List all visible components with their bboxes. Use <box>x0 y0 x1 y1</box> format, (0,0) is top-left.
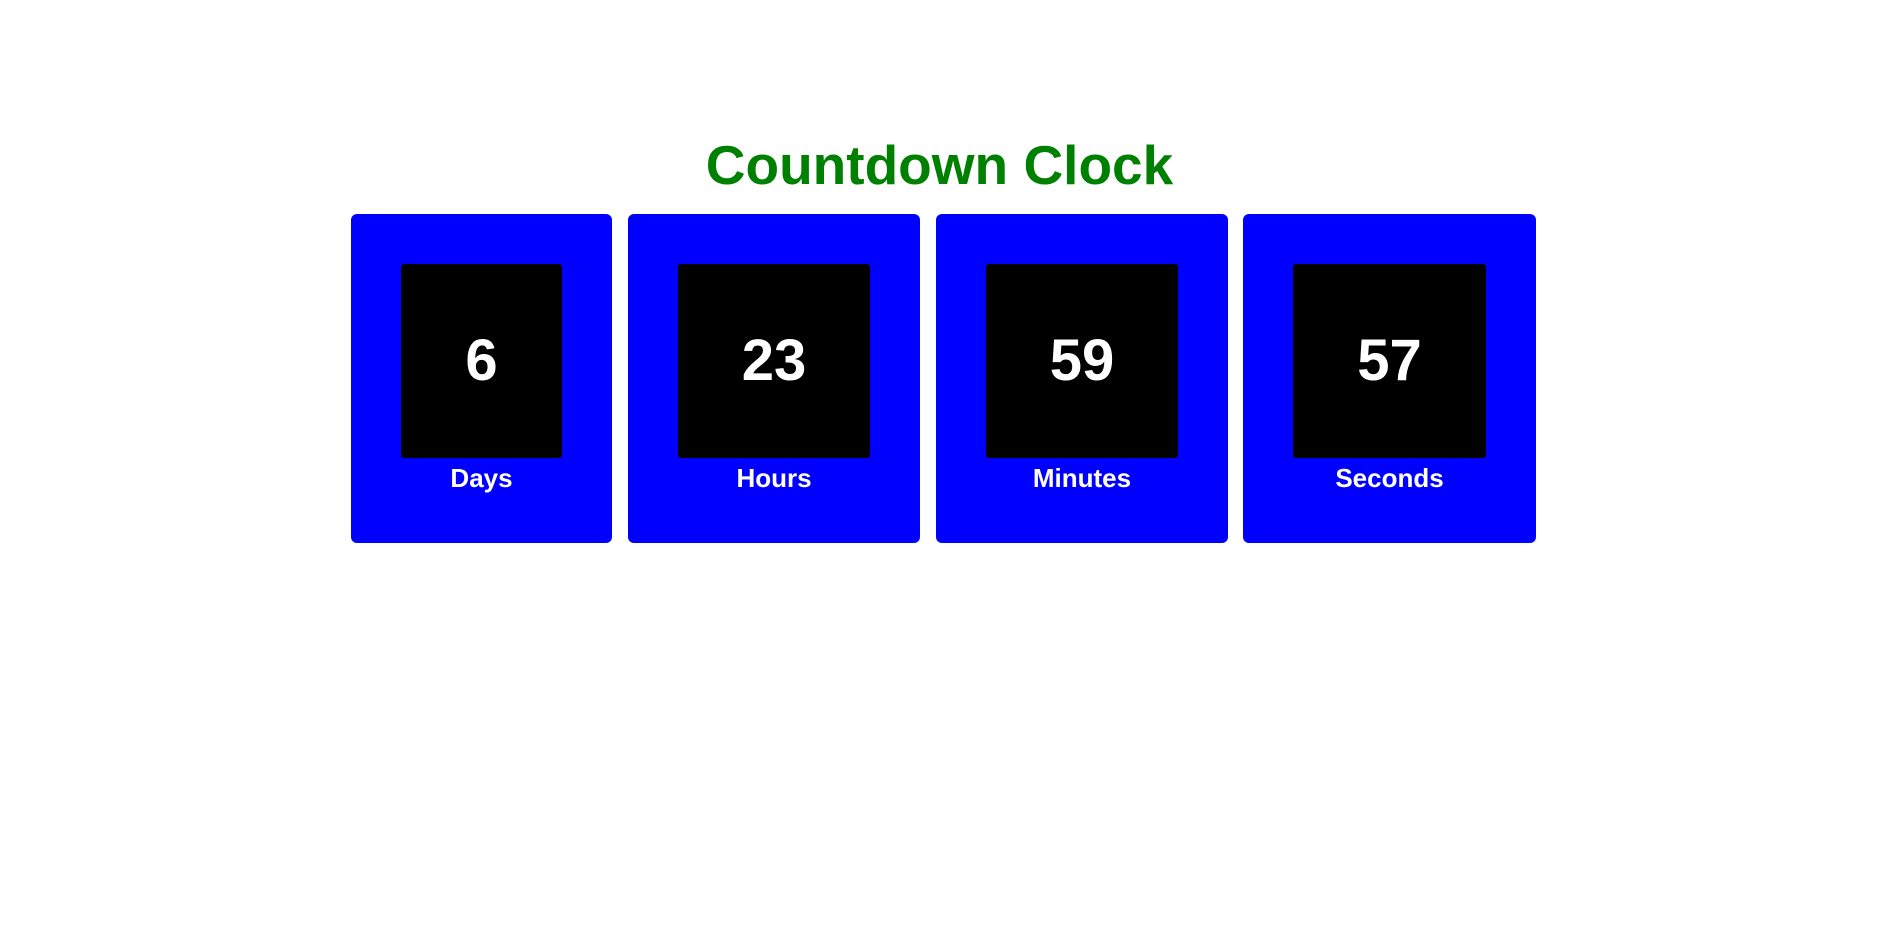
minutes-value-box: 59 <box>986 264 1178 458</box>
hours-label: Hours <box>736 463 812 493</box>
minutes-label: Minutes <box>1032 463 1132 493</box>
days-label: Days <box>450 463 513 493</box>
seconds-label: Seconds <box>1335 463 1444 493</box>
days-value: 6 <box>465 328 498 393</box>
seconds-value-box: 57 <box>1293 264 1486 458</box>
seconds-card: 57 Seconds <box>1243 214 1536 543</box>
seconds-value: 57 <box>1357 328 1422 393</box>
days-value-box: 6 <box>401 264 562 458</box>
days-card: 6 Days <box>351 214 612 543</box>
minutes-value: 59 <box>1049 328 1115 393</box>
minutes-card: 59 Minutes <box>936 214 1228 543</box>
hours-card: 23 Hours <box>628 214 920 543</box>
hours-value: 23 <box>741 328 807 393</box>
page-title: Countdown Clock <box>705 134 1174 196</box>
hours-value-box: 23 <box>678 264 870 458</box>
